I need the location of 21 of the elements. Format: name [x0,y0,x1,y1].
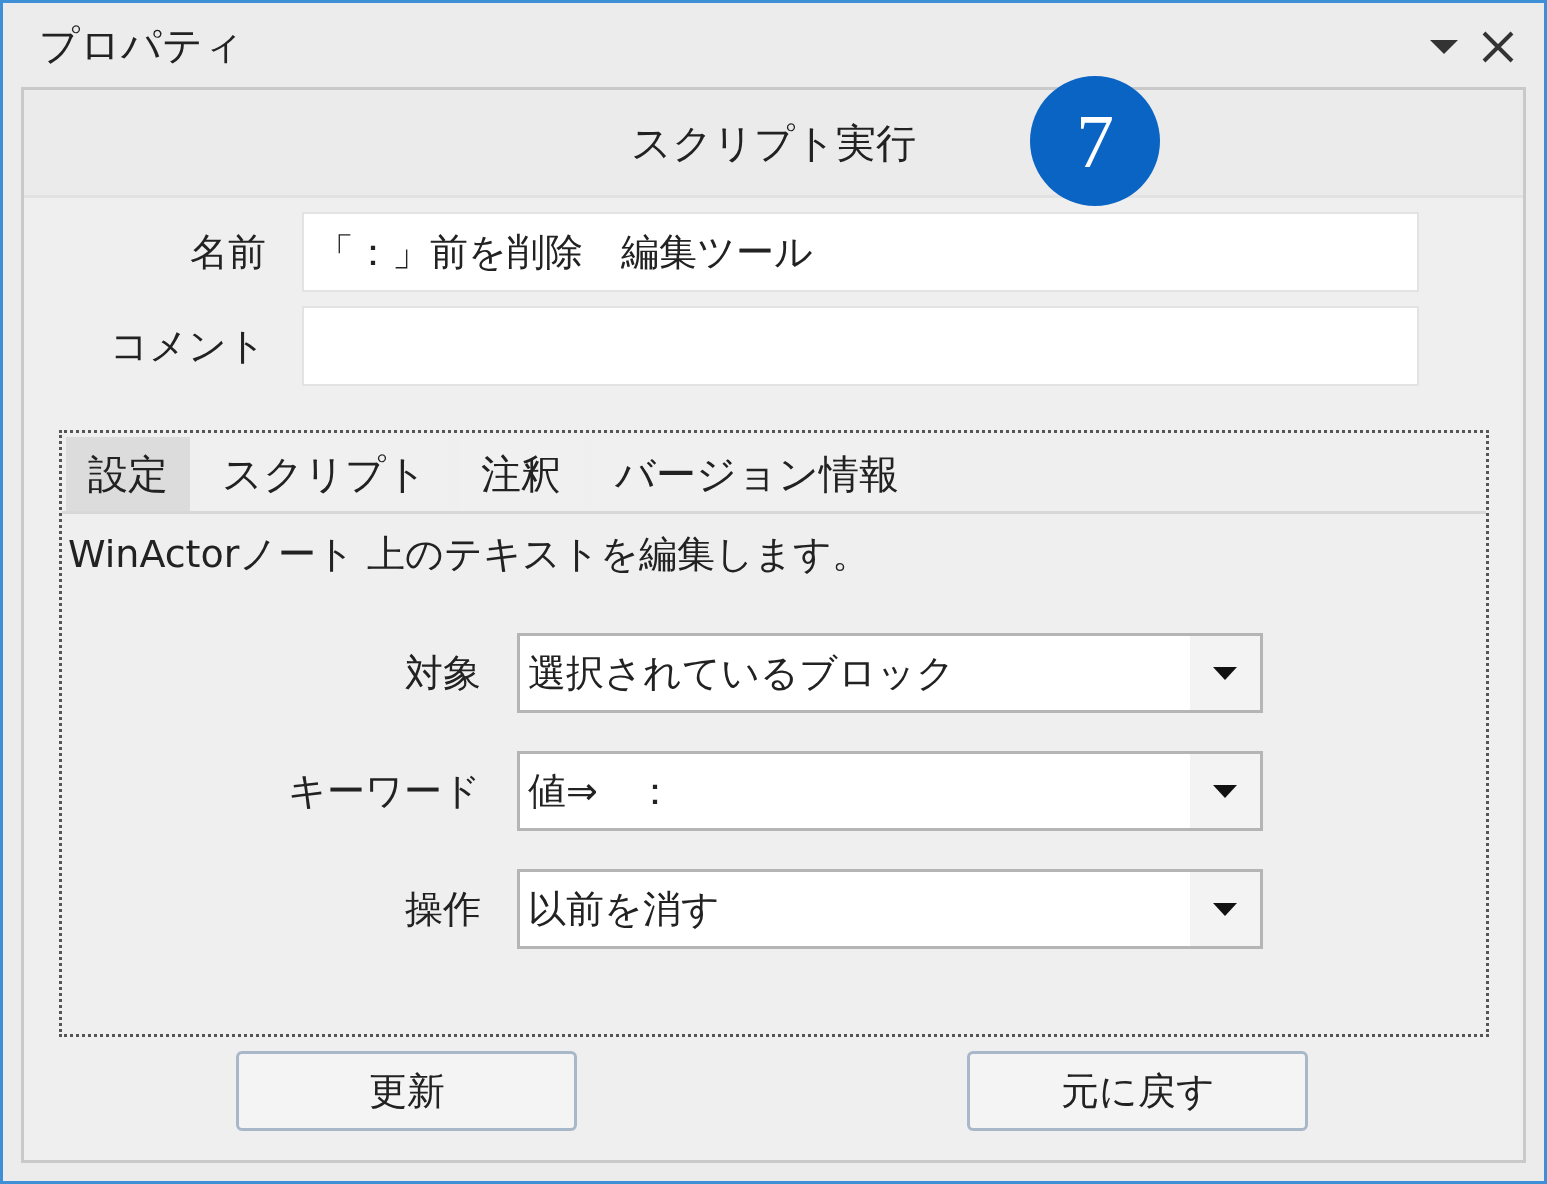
window-title: プロパティ [39,21,245,70]
dropdown-field[interactable]: 以前を消す [517,869,1263,949]
field-label: コメント [109,322,267,370]
caret-icon [1213,784,1237,798]
description-text: WinActorノート 上のテキストを編集します。 [67,531,872,578]
setting-label: 対象 [404,649,482,697]
setting-label: 操作 [404,885,482,933]
input-field[interactable] [302,306,1419,386]
caret-icon [1213,666,1237,680]
tab[interactable]: 設定 [66,437,190,511]
close-icon[interactable] [1482,31,1514,63]
step-number-badge: 7 [1030,76,1160,206]
field-label: 名前 [189,228,267,276]
caret-icon [1213,902,1237,916]
input-field[interactable]: 「：」前を削除 編集ツール [302,212,1419,292]
dialog-button[interactable]: 元に戻す [967,1051,1308,1131]
dropdown-icon[interactable] [1430,40,1458,54]
dropdown-field[interactable]: 値⇒ ： [517,751,1263,831]
setting-label: キーワード [287,767,482,815]
dropdown-field[interactable]: 選択されているブロック [517,633,1263,713]
dialog-button[interactable]: 更新 [236,1051,577,1131]
